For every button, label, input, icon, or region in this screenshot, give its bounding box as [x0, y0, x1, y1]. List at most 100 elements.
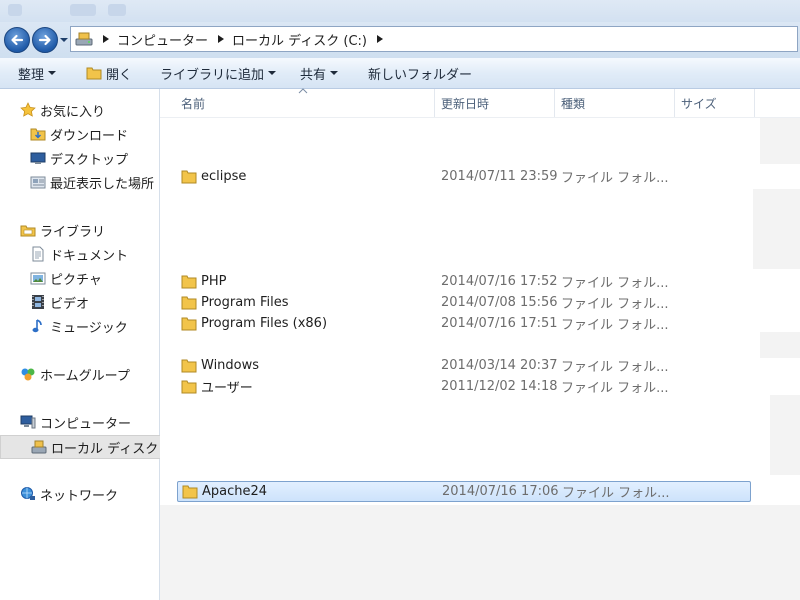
title-bar [0, 0, 800, 22]
sidebar-item-label: ホームグループ [40, 368, 130, 384]
navigation-pane: お気に入り ダウンロード デスクトップ 最近表示した場所 ライブラリ ドキュメン… [0, 89, 162, 600]
column-header-size[interactable]: サイズ [675, 89, 755, 117]
column-header-bar: 名前 更新日時 種類 サイズ [160, 88, 800, 118]
sidebar-item-local-disk[interactable]: ローカル ディスク (C:) [0, 435, 162, 459]
sidebar-item-label: 最近表示した場所 [50, 176, 155, 192]
file-type: ファイル フォル... [562, 486, 670, 501]
column-header-label: 名前 [181, 96, 206, 111]
open-label: 開く [106, 67, 133, 83]
file-type: ファイル フォル... [561, 297, 669, 312]
file-row-apache24[interactable]: Apache24 2014/07/16 17:06 ファイル フォル... [177, 481, 751, 502]
homegroup-icon [21, 368, 35, 381]
library-icon [20, 225, 36, 237]
list-background [160, 395, 770, 475]
folder-icon [182, 485, 198, 498]
sidebar-item-libraries[interactable]: ライブラリ [0, 219, 180, 241]
sidebar-item-label: コンピューター [40, 416, 132, 432]
file-date: 2014/07/16 17:06 [442, 484, 559, 499]
open-button[interactable]: 開く [86, 61, 132, 85]
file-date: 2014/07/08 15:56 [441, 295, 558, 310]
add-to-library-label: ライブラリに追加 [160, 67, 265, 83]
star-icon [20, 102, 36, 117]
file-name: Program Files [201, 295, 289, 310]
folder-icon [181, 296, 197, 309]
file-name: eclipse [201, 169, 247, 184]
sidebar-item-homegroup[interactable]: ホームグループ [0, 363, 180, 385]
file-row-program-files-x86[interactable]: Program Files (x86) 2014/07/16 17:51 ファイ… [177, 313, 751, 334]
chevron-right-icon [218, 35, 225, 43]
sidebar-item-label: ダウンロード [50, 128, 129, 144]
drive-icon [31, 440, 47, 454]
file-name: PHP [201, 274, 227, 289]
breadcrumb-separator[interactable] [216, 35, 226, 43]
share-button[interactable]: 共有 [300, 61, 339, 85]
breadcrumb-local-disk[interactable]: ローカル ディスク (C:) [232, 30, 367, 49]
music-note-icon [32, 319, 42, 333]
window-icon [8, 4, 22, 16]
file-row-program-files[interactable]: Program Files 2014/07/08 15:56 ファイル フォル.… [177, 292, 751, 313]
file-type: ファイル フォル... [561, 171, 669, 186]
folder-open-icon [86, 67, 102, 80]
breadcrumb-separator[interactable] [101, 35, 111, 43]
chevron-down-icon [60, 38, 68, 42]
sidebar-item-network[interactable]: ネットワーク [0, 483, 180, 505]
sidebar-item-computer[interactable]: コンピューター [0, 411, 180, 433]
quick-access-icon [70, 4, 96, 16]
column-header-label: サイズ [681, 96, 717, 111]
command-bar: 整理 開く ライブラリに追加 共有 新しいフォルダー [0, 58, 800, 89]
chevron-down-icon [330, 69, 339, 77]
column-header-date[interactable]: 更新日時 [435, 89, 555, 117]
file-list: 名前 更新日時 種類 サイズ eclipse 2014/07/11 23:59 … [160, 88, 800, 600]
breadcrumb-computer[interactable]: コンピューター [117, 30, 208, 49]
chevron-right-icon [103, 35, 109, 43]
file-date: 2014/07/11 23:59 [441, 169, 558, 184]
add-to-library-button[interactable]: ライブラリに追加 [160, 61, 277, 85]
sidebar-item-label: ライブラリ [40, 224, 106, 240]
recent-places-icon [30, 176, 46, 189]
chevron-down-icon [48, 69, 57, 77]
column-header-label: 更新日時 [441, 96, 490, 111]
file-date: 2014/03/14 20:37 [441, 358, 558, 373]
new-folder-button[interactable]: 新しいフォルダー [368, 61, 472, 85]
file-row-windows[interactable]: Windows 2014/03/14 20:37 ファイル フォル... [177, 355, 751, 376]
file-row-eclipse[interactable]: eclipse 2014/07/11 23:59 ファイル フォル... [177, 166, 751, 187]
file-date: 2014/07/16 17:52 [441, 274, 558, 289]
folder-icon [181, 359, 197, 372]
new-folder-label: 新しいフォルダー [368, 67, 473, 83]
file-name: Apache24 [202, 484, 268, 499]
folder-icon [181, 275, 197, 288]
document-icon [32, 246, 44, 262]
sidebar-item-favorites[interactable]: お気に入り [0, 99, 180, 121]
file-date: 2014/07/16 17:51 [441, 316, 558, 331]
forward-arrow-icon [38, 34, 51, 46]
recent-pages-button[interactable] [60, 36, 68, 44]
file-row-php[interactable]: PHP 2014/07/16 17:52 ファイル フォル... [177, 271, 751, 292]
organize-label: 整理 [18, 67, 45, 83]
column-header-name[interactable]: 名前 [175, 89, 435, 117]
chevron-down-icon [268, 69, 277, 77]
column-header-type[interactable]: 種類 [555, 89, 675, 117]
file-type: ファイル フォル... [561, 318, 669, 333]
picture-icon [30, 272, 46, 285]
network-icon [21, 487, 35, 500]
sidebar-item-label: ミュージック [50, 320, 128, 336]
back-button[interactable] [4, 27, 30, 53]
organize-button[interactable]: 整理 [18, 61, 57, 85]
address-bar[interactable]: コンピューター ローカル ディスク (C:) [70, 26, 798, 52]
share-label: 共有 [300, 67, 327, 83]
sidebar-item-label: ビデオ [50, 296, 90, 312]
drive-icon [75, 32, 93, 46]
breadcrumb-separator[interactable] [375, 35, 385, 43]
sidebar-item-label: お気に入り [40, 104, 106, 120]
film-icon [32, 295, 44, 309]
forward-button[interactable] [32, 27, 58, 53]
file-date: 2011/12/02 14:18 [441, 379, 558, 394]
folder-icon [181, 380, 197, 393]
chevron-right-icon [376, 35, 383, 43]
sidebar-item-label: デスクトップ [50, 152, 129, 168]
file-type: ファイル フォル... [561, 276, 669, 291]
file-type: ファイル フォル... [561, 360, 669, 375]
folder-icon [181, 317, 197, 330]
file-row-users[interactable]: ユーザー 2011/12/02 14:18 ファイル フォル... [177, 376, 751, 397]
list-background [160, 189, 753, 269]
